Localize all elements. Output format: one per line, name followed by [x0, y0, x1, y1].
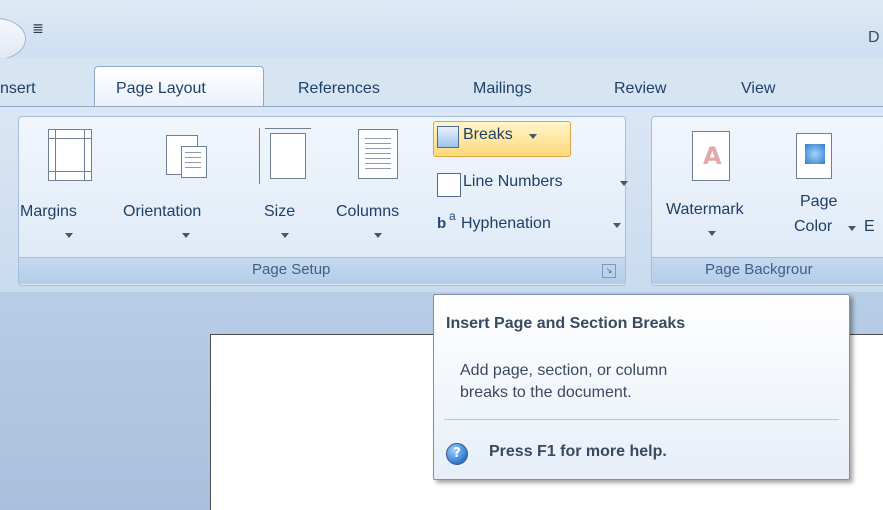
hyphenation-icon-a: a	[449, 209, 456, 223]
page-setup-dialog-launcher-icon[interactable]: ↘	[602, 264, 616, 278]
margins-button[interactable]: Margins	[20, 123, 110, 255]
tooltip-body-line2: breaks to the document.	[460, 384, 632, 401]
tooltip-separator	[444, 419, 839, 420]
orientation-icon	[166, 135, 207, 178]
line-numbers-label: Line Numbers	[463, 173, 563, 190]
office-button[interactable]	[0, 18, 26, 60]
orientation-button[interactable]: Orientation	[118, 123, 248, 255]
margins-label: Margins	[20, 203, 77, 220]
tooltip-help-text: Press F1 for more help.	[489, 443, 667, 460]
tab-insert[interactable]: nsert	[0, 78, 36, 100]
watermark-button[interactable]: A Watermark	[664, 123, 760, 255]
hyphenation-dropdown-icon	[613, 223, 621, 228]
page-color-label-line1: Page	[800, 193, 838, 210]
tab-review[interactable]: Review	[614, 78, 666, 100]
tooltip-body-line1: Add page, section, or column	[460, 362, 668, 379]
breaks-label: Breaks	[463, 126, 513, 143]
breaks-icon	[437, 126, 459, 148]
margins-dropdown-icon	[65, 233, 73, 238]
watermark-dropdown-icon	[708, 231, 716, 236]
tooltip-body: Add page, section, or column breaks to t…	[460, 360, 820, 404]
size-button[interactable]: Size	[258, 123, 311, 255]
watermark-label: Watermark	[666, 201, 744, 218]
columns-button[interactable]: Columns	[330, 123, 425, 255]
page-color-label-line2: Color	[794, 218, 833, 235]
size-icon	[259, 128, 311, 184]
tab-view[interactable]: View	[741, 78, 775, 100]
window-title: D	[868, 29, 880, 46]
page-background-group-label: Page Backgrour	[705, 261, 813, 278]
title-bar: ≣ D	[0, 0, 883, 60]
columns-dropdown-icon	[374, 233, 382, 238]
margins-icon	[48, 129, 92, 181]
quick-access-dropdown-icon[interactable]: ≣	[30, 19, 46, 39]
line-numbers-icon	[437, 173, 461, 197]
word-window: ≣ D nsert Page Layout References Mailing…	[0, 0, 883, 510]
line-numbers-dropdown-icon	[620, 181, 628, 186]
tab-mailings[interactable]: Mailings	[473, 78, 532, 100]
breaks-dropdown-icon	[529, 134, 537, 139]
breaks-tooltip: Insert Page and Section Breaks Add page,…	[433, 294, 850, 480]
page-color-dropdown-icon	[848, 226, 856, 231]
size-label: Size	[264, 203, 296, 220]
page-borders-partial-label: E	[864, 218, 875, 235]
hyphenation-label: Hyphenation	[461, 215, 551, 232]
columns-icon	[358, 129, 398, 179]
tab-page-layout[interactable]: Page Layout	[116, 78, 206, 100]
tab-references[interactable]: References	[298, 78, 380, 100]
help-icon: ?	[446, 443, 468, 465]
tooltip-title: Insert Page and Section Breaks	[446, 315, 686, 332]
orientation-label: Orientation	[123, 203, 202, 220]
page-color-button[interactable]: Page Color E	[786, 123, 876, 255]
watermark-icon: A	[692, 131, 730, 181]
page-color-icon	[796, 133, 832, 179]
size-dropdown-icon	[281, 233, 289, 238]
page-setup-group-label: Page Setup	[252, 261, 331, 278]
orientation-dropdown-icon	[182, 233, 190, 238]
columns-label: Columns	[336, 203, 400, 220]
hyphenation-icon: b	[437, 215, 447, 232]
